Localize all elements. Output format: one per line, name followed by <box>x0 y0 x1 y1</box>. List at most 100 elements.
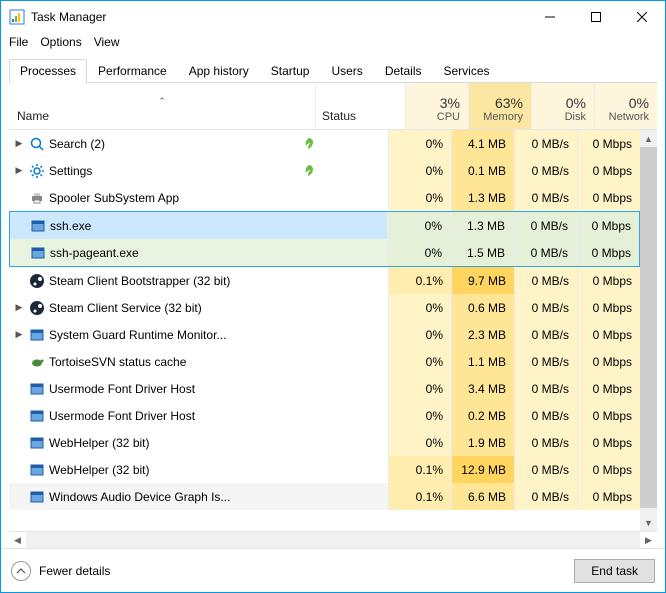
scrollbar-thumb[interactable] <box>640 147 657 508</box>
menu-options[interactable]: Options <box>40 35 81 49</box>
disk-cell: 0 MB/s <box>514 130 577 157</box>
expand-icon[interactable]: ▶ <box>13 302 25 313</box>
net-cell: 0 Mbps <box>577 483 640 510</box>
tab-services[interactable]: Services <box>433 59 501 83</box>
expand-icon[interactable]: ▶ <box>13 329 25 340</box>
process-row[interactable]: WebHelper (32 bit)0%1.9 MB0 MB/s0 Mbps <box>9 429 640 456</box>
status-cell <box>297 239 387 266</box>
process-name: Windows Audio Device Graph Is... <box>49 490 230 504</box>
tab-startup[interactable]: Startup <box>260 59 321 83</box>
task-manager-window: Task Manager File Options View Processes… <box>0 0 666 593</box>
process-row[interactable]: ▶Search (2)0%4.1 MB0 MB/s0 Mbps <box>9 130 640 157</box>
net-cell: 0 Mbps <box>577 429 640 456</box>
tab-users[interactable]: Users <box>320 59 373 83</box>
process-row[interactable]: ▶Steam Client Service (32 bit)0%0.6 MB0 … <box>9 294 640 321</box>
vertical-scrollbar[interactable]: ▲ ▼ <box>640 130 657 531</box>
selection-group: ssh.exe0%1.3 MB0 MB/s0 Mbpsssh-pageant.e… <box>9 211 640 267</box>
process-row[interactable]: ▶Settings0%0.1 MB0 MB/s0 Mbps <box>9 157 640 184</box>
mem-cell: 9.7 MB <box>451 267 514 294</box>
leaf-icon <box>302 164 316 178</box>
process-row[interactable]: Windows Audio Device Graph Is...0.1%6.6 … <box>9 483 640 510</box>
process-row[interactable]: TortoiseSVN status cache0%1.1 MB0 MB/s0 … <box>9 348 640 375</box>
tab-details[interactable]: Details <box>374 59 433 83</box>
end-task-button[interactable]: End task <box>574 559 655 583</box>
cpu-cell: 0.1% <box>388 483 451 510</box>
cpu-cell: 0% <box>388 157 451 184</box>
col-cpu-pct: 3% <box>410 95 460 111</box>
col-cpu[interactable]: 3% CPU <box>405 83 468 129</box>
status-cell <box>298 375 388 402</box>
status-cell <box>298 429 388 456</box>
scroll-down-icon[interactable]: ▼ <box>640 514 657 531</box>
process-row[interactable]: ssh.exe0%1.3 MB0 MB/s0 Mbps <box>10 212 639 239</box>
col-disk[interactable]: 0% Disk <box>531 83 594 129</box>
minimize-button[interactable] <box>527 1 573 32</box>
footer: Fewer details End task <box>1 548 665 592</box>
process-row[interactable]: ▶System Guard Runtime Monitor...0%2.3 MB… <box>9 321 640 348</box>
horizontal-scrollbar[interactable]: ◀ ▶ <box>9 531 657 548</box>
fewer-details-button[interactable]: Fewer details <box>11 561 110 581</box>
expand-icon[interactable]: ▶ <box>13 165 25 176</box>
process-name: TortoiseSVN status cache <box>49 355 186 369</box>
col-status[interactable]: Status <box>315 83 405 129</box>
cpu-cell: 0% <box>388 348 451 375</box>
status-cell <box>298 130 388 157</box>
process-name: Steam Client Service (32 bit) <box>49 301 202 315</box>
mem-cell: 1.3 MB <box>451 184 514 211</box>
process-name: Search (2) <box>49 137 105 151</box>
steam-icon <box>29 273 45 289</box>
menu-view[interactable]: View <box>94 35 120 49</box>
maximize-button[interactable] <box>573 1 619 32</box>
col-memory[interactable]: 63% Memory <box>468 83 531 129</box>
printer-icon <box>29 190 45 206</box>
tab-performance[interactable]: Performance <box>87 59 178 83</box>
process-name: Steam Client Bootstrapper (32 bit) <box>49 274 230 288</box>
process-row[interactable]: Usermode Font Driver Host0%0.2 MB0 MB/s0… <box>9 402 640 429</box>
disk-cell: 0 MB/s <box>514 483 577 510</box>
status-cell <box>298 321 388 348</box>
process-name: Settings <box>49 164 92 178</box>
status-cell <box>298 294 388 321</box>
sort-caret-icon: ⌃ <box>158 96 166 107</box>
close-button[interactable] <box>619 1 665 32</box>
hscroll-track[interactable] <box>26 532 640 549</box>
col-network[interactable]: 0% Network <box>594 83 657 129</box>
process-name: Usermode Font Driver Host <box>49 409 195 423</box>
scroll-right-icon[interactable]: ▶ <box>640 532 657 549</box>
col-disk-pct: 0% <box>536 95 586 111</box>
tab-processes[interactable]: Processes <box>9 59 87 83</box>
titlebar[interactable]: Task Manager <box>1 1 665 32</box>
status-cell <box>298 184 388 211</box>
cpu-cell: 0% <box>388 321 451 348</box>
process-name: ssh.exe <box>50 219 91 233</box>
process-row[interactable]: Steam Client Bootstrapper (32 bit)0.1%9.… <box>9 267 640 294</box>
process-row[interactable]: ssh-pageant.exe0%1.5 MB0 MB/s0 Mbps <box>10 239 639 266</box>
disk-cell: 0 MB/s <box>514 456 577 483</box>
disk-cell: 0 MB/s <box>514 402 577 429</box>
scroll-up-icon[interactable]: ▲ <box>640 130 657 147</box>
process-row[interactable]: WebHelper (32 bit)0.1%12.9 MB0 MB/s0 Mbp… <box>9 456 640 483</box>
tab-app-history[interactable]: App history <box>178 59 260 83</box>
gear-icon <box>29 163 45 179</box>
mem-cell: 0.2 MB <box>451 402 514 429</box>
net-cell: 0 Mbps <box>577 375 640 402</box>
menu-file[interactable]: File <box>9 35 28 49</box>
col-disk-label: Disk <box>536 111 586 123</box>
net-cell: 0 Mbps <box>576 239 639 266</box>
process-row[interactable]: Spooler SubSystem App0%1.3 MB0 MB/s0 Mbp… <box>9 184 640 211</box>
column-headers: ⌃ Name Status 3% CPU 63% Memory 0% Disk … <box>9 83 657 130</box>
app-icon <box>29 408 45 424</box>
disk-cell: 0 MB/s <box>514 375 577 402</box>
cpu-cell: 0.1% <box>388 456 451 483</box>
fewer-details-label: Fewer details <box>39 564 110 578</box>
scroll-left-icon[interactable]: ◀ <box>9 532 26 549</box>
leaf-icon <box>302 137 316 151</box>
net-cell: 0 Mbps <box>576 212 639 239</box>
status-cell <box>298 456 388 483</box>
expand-icon[interactable]: ▶ <box>13 138 25 149</box>
process-row[interactable]: Usermode Font Driver Host0%3.4 MB0 MB/s0… <box>9 375 640 402</box>
col-mem-pct: 63% <box>473 95 523 111</box>
mem-cell: 3.4 MB <box>451 375 514 402</box>
col-name[interactable]: ⌃ Name <box>9 83 315 129</box>
status-cell <box>298 267 388 294</box>
